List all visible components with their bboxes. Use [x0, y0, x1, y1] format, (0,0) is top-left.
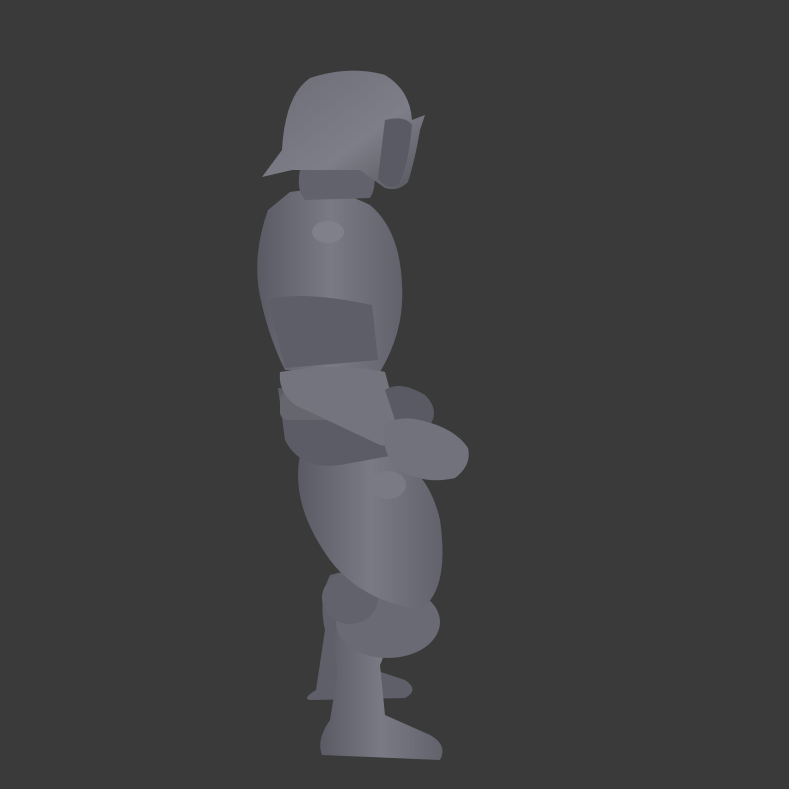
torso	[257, 190, 403, 372]
render-viewport	[0, 0, 789, 789]
neck	[298, 168, 375, 200]
action-figure-model	[257, 70, 469, 760]
